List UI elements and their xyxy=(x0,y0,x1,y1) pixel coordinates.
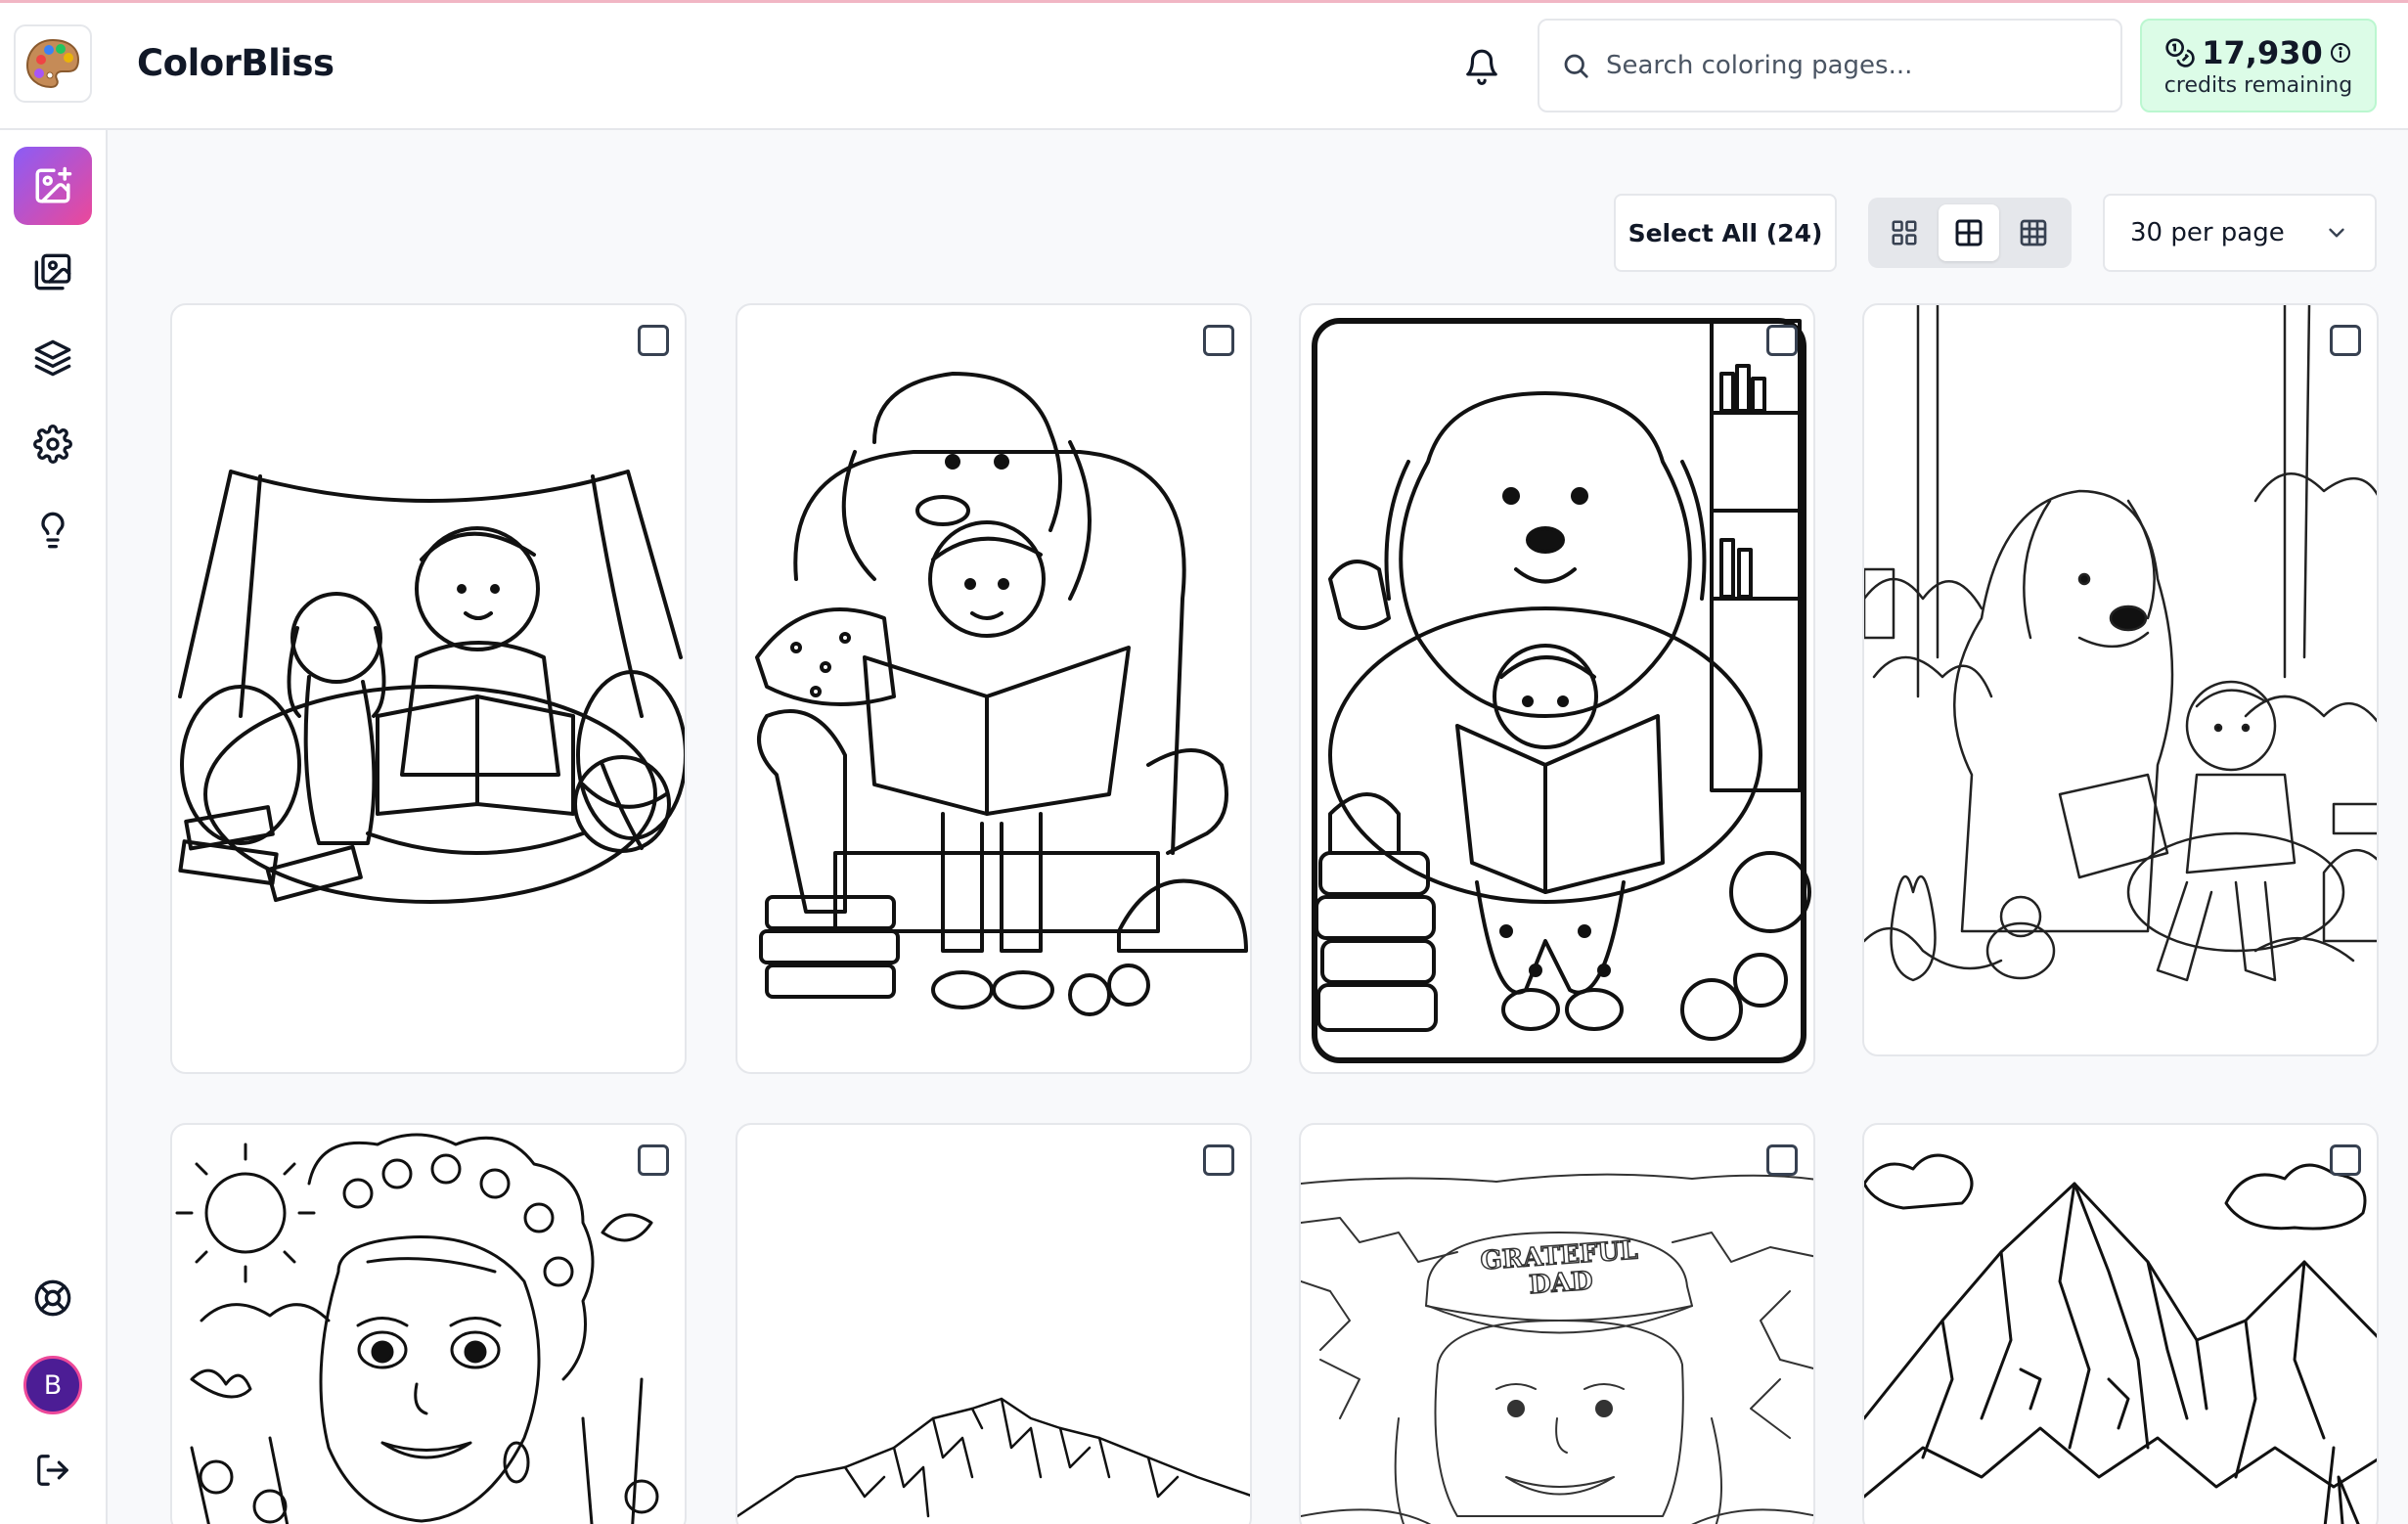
sidebar-item-layers[interactable] xyxy=(14,319,92,397)
coloring-page-image xyxy=(1301,1173,1813,1524)
gallery-icon xyxy=(34,253,71,291)
sidebar-item-logout[interactable] xyxy=(14,1431,92,1509)
view-medium-grid-button[interactable] xyxy=(1939,204,1999,261)
settings-icon xyxy=(33,425,72,464)
sidebar-item-ideas[interactable] xyxy=(14,491,92,569)
view-small-grid-button[interactable] xyxy=(2003,204,2064,261)
sidebar-item-gallery[interactable] xyxy=(14,233,92,311)
grid-medium-icon xyxy=(1955,219,1983,247)
coloring-page-card[interactable]: GRATEFUL DAD xyxy=(1299,1123,1815,1524)
card-select-checkbox[interactable] xyxy=(638,325,669,356)
view-mode-toggle xyxy=(1868,198,2072,268)
sidebar-item-help[interactable] xyxy=(14,1259,92,1337)
coloring-page-card[interactable] xyxy=(170,1123,687,1524)
create-image-icon xyxy=(35,166,72,203)
card-select-checkbox[interactable] xyxy=(2330,1144,2361,1176)
credits-label: credits remaining xyxy=(2163,72,2353,98)
info-icon[interactable] xyxy=(2329,41,2352,65)
app-header: ColorBliss 17,930 credits remaining xyxy=(0,3,2408,130)
sidebar: B xyxy=(0,130,108,1524)
coloring-page-card[interactable] xyxy=(1862,1123,2379,1524)
notifications-button[interactable] xyxy=(1457,42,1506,91)
help-lifebuoy-icon xyxy=(34,1279,71,1317)
card-select-checkbox[interactable] xyxy=(1203,1144,1234,1176)
layers-icon xyxy=(34,339,71,377)
card-select-checkbox[interactable] xyxy=(1203,325,1234,356)
user-avatar[interactable]: B xyxy=(23,1356,82,1414)
coloring-page-card[interactable] xyxy=(1299,303,1815,1074)
coloring-page-image xyxy=(175,1133,659,1524)
coloring-page-image xyxy=(1864,1153,2377,1524)
bell-icon xyxy=(1466,49,1497,85)
card-select-checkbox[interactable] xyxy=(638,1144,669,1176)
coloring-page-image xyxy=(1864,305,2377,982)
app-name: ColorBliss xyxy=(137,42,334,84)
card-select-checkbox[interactable] xyxy=(1766,325,1798,356)
coloring-page-card[interactable] xyxy=(736,303,1252,1074)
card-select-checkbox[interactable] xyxy=(2330,325,2361,356)
logout-icon xyxy=(37,1455,68,1486)
app-logo[interactable] xyxy=(14,24,92,103)
sidebar-item-create[interactable] xyxy=(14,147,92,225)
grid-3x3-icon xyxy=(2020,219,2047,247)
grid-2x2-icon xyxy=(1892,220,1917,246)
coloring-page-image xyxy=(755,372,1248,1016)
per-page-value: 30 per page xyxy=(2130,218,2285,247)
coloring-page-image xyxy=(737,1397,1250,1518)
coins-icon xyxy=(2165,37,2195,67)
chevron-down-icon xyxy=(2329,228,2344,238)
search-box[interactable] xyxy=(1538,19,2122,112)
per-page-select[interactable]: 30 per page xyxy=(2103,194,2377,272)
select-all-button[interactable]: Select All (24) xyxy=(1614,194,1837,272)
lightbulb-icon xyxy=(41,512,65,549)
search-icon xyxy=(1564,54,1588,78)
view-large-grid-button[interactable] xyxy=(1874,204,1935,261)
credits-count: 17,930 xyxy=(2202,33,2323,71)
coloring-page-card[interactable] xyxy=(1862,303,2379,1056)
search-input[interactable] xyxy=(1606,51,2095,80)
coloring-page-card[interactable] xyxy=(736,1123,1252,1524)
coloring-page-image xyxy=(178,470,685,904)
sidebar-item-settings[interactable] xyxy=(14,405,92,483)
card-select-checkbox[interactable] xyxy=(1766,1144,1798,1176)
palette-icon xyxy=(25,38,80,89)
credits-badge[interactable]: 17,930 credits remaining xyxy=(2140,19,2377,112)
coloring-page-card[interactable] xyxy=(170,303,687,1074)
coloring-page-image xyxy=(1312,318,1811,1063)
